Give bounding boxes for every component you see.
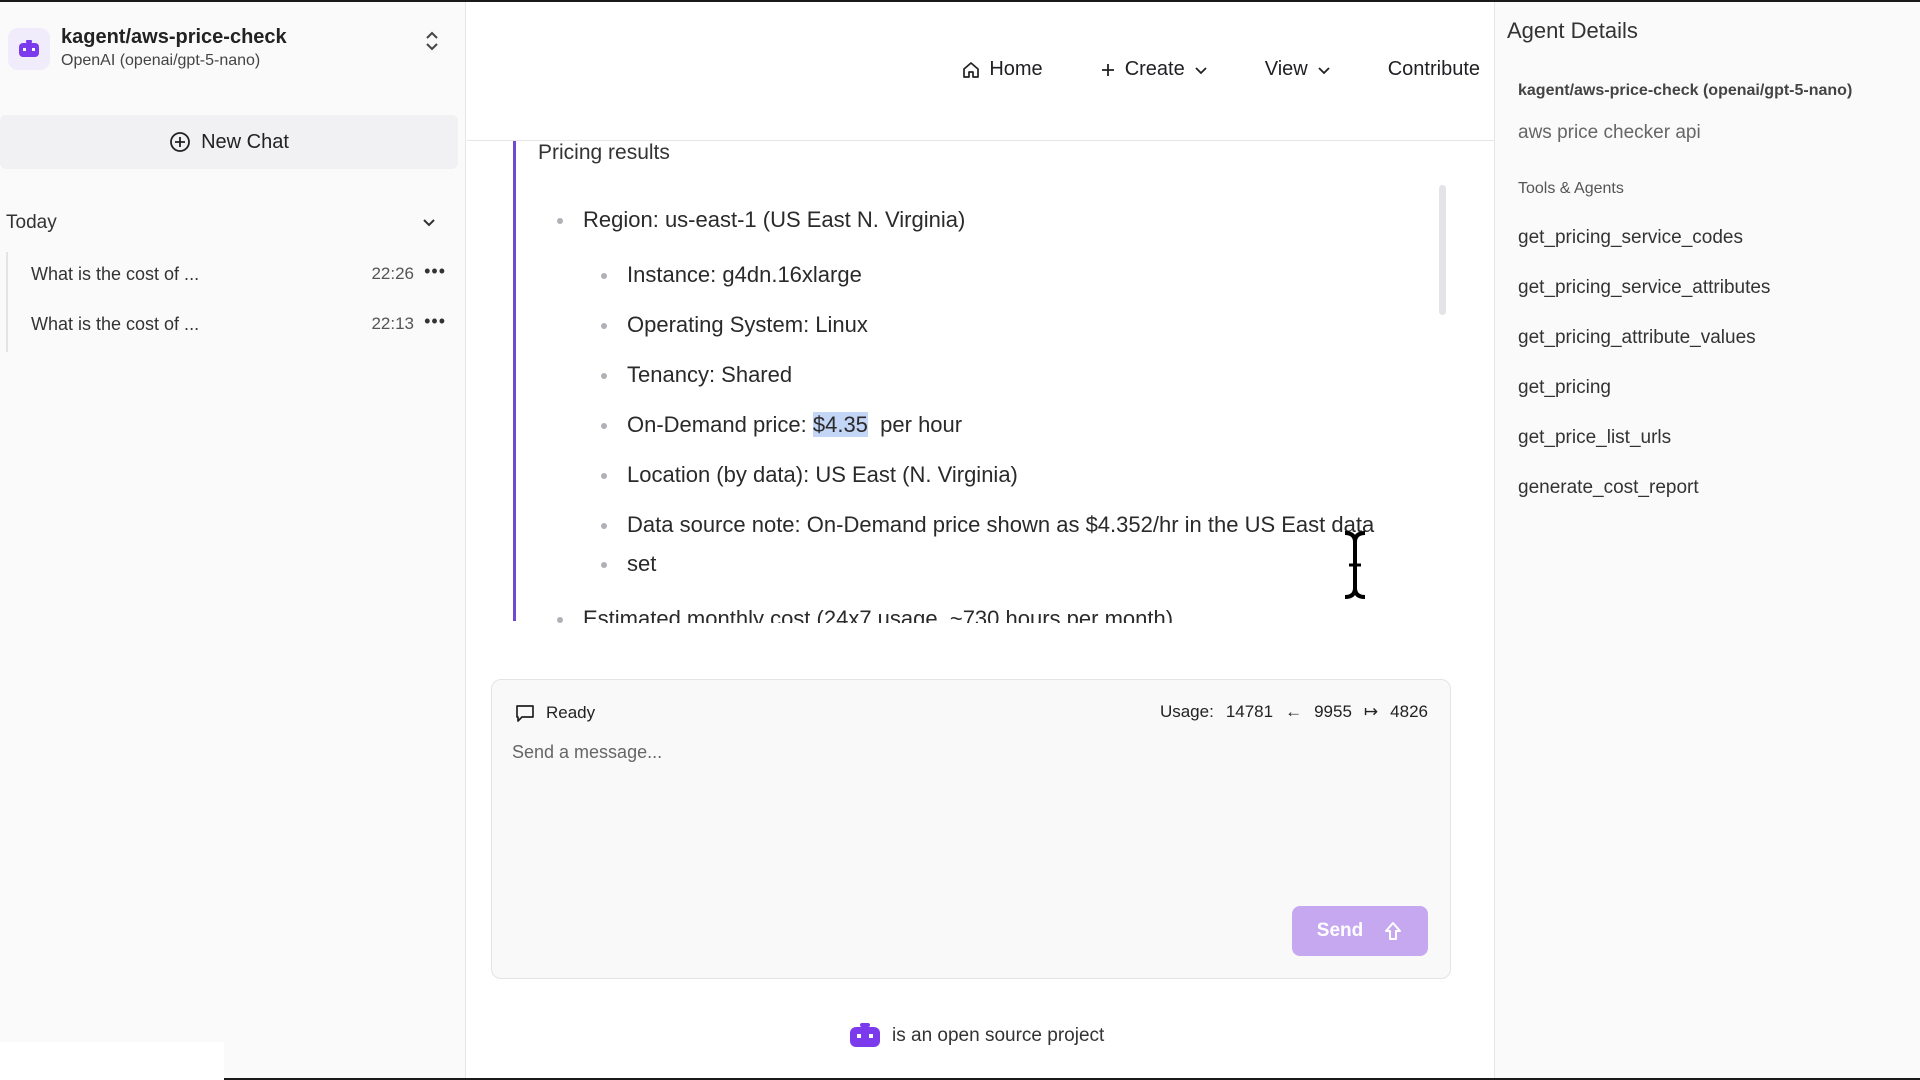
chevron-down-icon (423, 219, 435, 227)
usage-input-tokens: 9955 (1314, 702, 1352, 721)
chat-time: 22:26 (371, 264, 414, 283)
chat-history-list: What is the cost of ... 22:26 ••• What i… (6, 252, 454, 352)
agent-name: kagent/aws-price-check (61, 26, 287, 48)
open-source-note: is an open source project (848, 1022, 1104, 1050)
nav-view-label: View (1264, 58, 1308, 80)
agent-details-panel: Agent Details kagent/aws-price-check (op… (1494, 2, 1920, 1078)
plus-circle-icon (170, 132, 190, 152)
agent-model: OpenAI (openai/gpt-5-nano) (61, 52, 261, 69)
chat-history-item[interactable]: What is the cost of ... 22:13 ••• (8, 302, 454, 352)
tool-item[interactable]: get_pricing (1518, 377, 1611, 399)
pricing-heading: Pricing results (538, 141, 670, 164)
today-label: Today (6, 212, 57, 233)
new-chat-label: New Chat (201, 130, 289, 153)
agent-description: aws price checker api (1518, 122, 1701, 143)
list-item: Data source note: On-Demand price shown … (600, 505, 1374, 545)
chat-history-item[interactable]: What is the cost of ... 22:26 ••• (8, 252, 454, 302)
sidebar-footer-blank (0, 1042, 224, 1080)
arrow-left-icon: ← (1285, 702, 1303, 721)
nav-create[interactable]: Create (1099, 58, 1209, 81)
token-usage: Usage: 14781 ← 9955 ↦ 4826 (1160, 702, 1428, 722)
agent-identifier: kagent/aws-price-check (openai/gpt-5-nan… (1518, 82, 1853, 99)
nav-home[interactable]: Home (961, 58, 1043, 81)
plus-icon (1101, 63, 1114, 76)
arrow-up-icon (1385, 922, 1402, 940)
nav-home-label: Home (989, 58, 1043, 80)
agent-switcher[interactable]: kagent/aws-price-check OpenAI (openai/gp… (8, 22, 456, 78)
chevron-down-icon (1318, 66, 1330, 74)
nav-view[interactable]: View (1265, 58, 1332, 81)
list-item-cutoff: Estimated monthly cost (24x7 usage, ~730… (556, 599, 1173, 623)
selected-price-text[interactable]: $4.35 (812, 412, 868, 437)
kagent-logo-icon (8, 28, 50, 70)
today-section-toggle[interactable]: Today (6, 210, 446, 238)
list-item: Tenancy: Shared (600, 355, 792, 395)
note-continuation: set (627, 551, 657, 576)
message-area: Pricing results Region: us-east-1 (US Ea… (467, 141, 1494, 623)
nav-create-label: Create (1124, 58, 1185, 80)
text-cursor-icon (1344, 531, 1366, 599)
send-button[interactable]: Send (1292, 906, 1428, 956)
list-item: Region: us-east-1 (US East N. Virginia) (556, 200, 965, 240)
tool-item[interactable]: get_pricing_service_codes (1518, 227, 1743, 249)
usage-total: 14781 (1225, 702, 1274, 721)
list-item: Instance: g4dn.16xlarge (601, 255, 862, 295)
list-item: Operating System: Linux (601, 305, 868, 345)
arrow-right-bar-icon: ↦ (1363, 702, 1379, 721)
top-nav-bar: Home Create View Contribute (467, 2, 1494, 141)
price-prefix: On-Demand price: (627, 412, 813, 437)
price-suffix: per hour (880, 412, 963, 437)
tools-heading: Tools & Agents (1518, 180, 1624, 197)
sidebar: kagent/aws-price-check OpenAI (openai/gp… (0, 2, 466, 1080)
list-item-price: On-Demand price: $4.35 per hour (600, 405, 963, 445)
chevron-up-down-icon[interactable] (422, 28, 442, 54)
chat-composer: Ready Usage: 14781 ← 9955 ↦ 4826 Send (491, 679, 1451, 979)
agent-message-border (513, 141, 516, 621)
chevron-down-icon (1195, 66, 1207, 74)
chat-title: What is the cost of ... (31, 314, 200, 334)
status-indicator: Ready (514, 702, 595, 724)
more-options-icon[interactable]: ••• (424, 311, 446, 332)
main-nav: Home Create View Contribute (961, 58, 1480, 81)
open-source-text: is an open source project (892, 1025, 1105, 1046)
message-input[interactable] (512, 742, 1412, 882)
chat-bubble-icon (516, 705, 534, 722)
tool-item[interactable]: get_price_list_urls (1518, 427, 1671, 449)
chat-title: What is the cost of ... (31, 264, 200, 284)
chat-time: 22:13 (371, 314, 414, 333)
status-text: Ready (546, 703, 596, 722)
message-scrollbar[interactable] (1439, 185, 1446, 315)
send-label: Send (1316, 920, 1364, 941)
list-item-continuation: set (600, 544, 657, 584)
usage-label: Usage: (1159, 702, 1214, 721)
nav-contribute[interactable]: Contribute (1388, 58, 1480, 81)
new-chat-button[interactable]: New Chat (0, 115, 458, 169)
kagent-logo-icon (850, 1023, 880, 1047)
agent-details-title: Agent Details (1507, 18, 1638, 43)
tool-item[interactable]: generate_cost_report (1518, 477, 1699, 499)
tool-item[interactable]: get_pricing_attribute_values (1518, 327, 1756, 349)
home-icon (963, 61, 980, 78)
usage-output-tokens: 4826 (1390, 702, 1428, 721)
more-options-icon[interactable]: ••• (424, 261, 446, 282)
tool-item[interactable]: get_pricing_service_attributes (1518, 277, 1770, 299)
nav-contribute-label: Contribute (1387, 58, 1480, 80)
list-item: Location (by data): US East (N. Virginia… (601, 455, 1018, 495)
